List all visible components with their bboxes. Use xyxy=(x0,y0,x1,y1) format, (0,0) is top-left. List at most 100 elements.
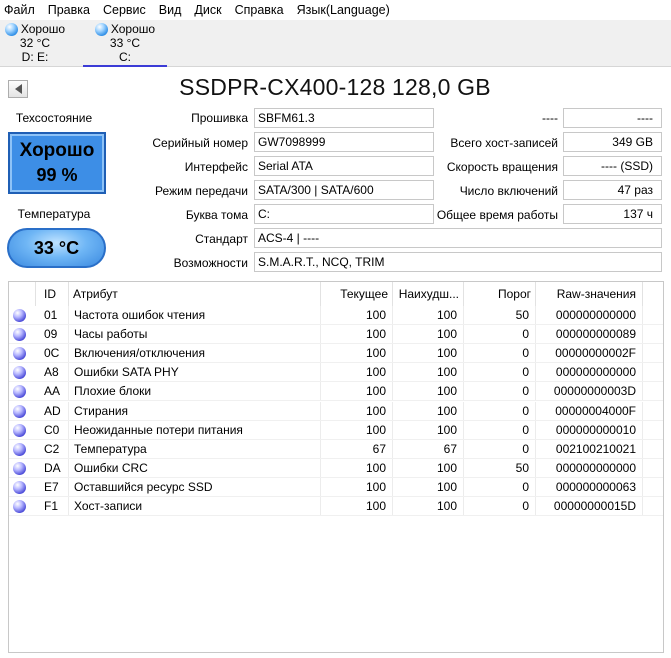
menu-service[interactable]: Сервис xyxy=(103,3,153,17)
status-ball-icon xyxy=(13,461,26,475)
disk-tab-2[interactable]: Хорошо 33 °C C: xyxy=(83,20,167,67)
menu-help[interactable]: Справка xyxy=(235,3,291,17)
menu-file[interactable]: Файл xyxy=(4,3,42,17)
column-id[interactable]: ID xyxy=(36,282,69,306)
disk-tab-letters: D: E: xyxy=(21,50,49,64)
table-row[interactable]: 09 Часы работы 100 100 0 000000000089 xyxy=(9,325,663,345)
attribute-name: Ошибки CRC xyxy=(69,458,321,478)
health-status-button[interactable]: Хорошо 99 % xyxy=(8,132,106,194)
status-ball-icon xyxy=(13,404,26,418)
worst-value: 100 xyxy=(393,401,464,421)
drive-letter-label: Буква тома xyxy=(185,208,248,222)
table-row[interactable]: 0C Включения/отключения 100 100 0 00000000002… xyxy=(9,344,663,364)
status-ball-icon xyxy=(4,22,18,36)
raw-value: 00000000002F xyxy=(536,344,643,364)
attribute-name: Включения/отключения xyxy=(69,344,321,364)
temperature-button[interactable]: 33 °C xyxy=(7,228,106,268)
attribute-id: E7 xyxy=(36,477,69,497)
attribute-id: AA xyxy=(36,382,69,402)
current-value: 100 xyxy=(321,497,393,516)
threshold-value: 0 xyxy=(464,401,536,421)
worst-value: 100 xyxy=(393,325,464,345)
disk-tab-status: Хорошо xyxy=(110,22,156,36)
threshold-value: 0 xyxy=(464,363,536,383)
table-row[interactable]: AD Стирания 100 100 0 00000004000F xyxy=(9,401,663,421)
status-ball-icon xyxy=(13,442,26,456)
column-worst[interactable]: Наихудш... xyxy=(393,282,464,306)
status-ball-icon xyxy=(94,22,108,36)
power-on-count-value: 47 раз xyxy=(563,180,662,200)
status-ball-icon xyxy=(13,309,26,322)
raw-value: 000000000000 xyxy=(536,363,643,383)
menu-bar: Файл Правка Сервис Вид Диск Справка Язык… xyxy=(0,0,671,20)
raw-value: 00000000003D xyxy=(536,382,643,402)
column-current[interactable]: Текущее xyxy=(321,282,393,306)
table-row[interactable]: C0 Неожиданные потери питания 100 100 0 00000… xyxy=(9,420,663,440)
raw-value: 000000000089 xyxy=(536,325,643,345)
worst-value: 100 xyxy=(393,458,464,478)
menu-disk[interactable]: Диск xyxy=(194,3,228,17)
raw-value: 00000004000F xyxy=(536,401,643,421)
interface-label: Интерфейс xyxy=(184,160,248,174)
menu-edit[interactable]: Правка xyxy=(48,3,97,17)
health-status-text: Хорошо xyxy=(19,140,95,161)
smart-table[interactable]: ID Атрибут Текущее Наихудш... Порог Raw-… xyxy=(8,281,664,653)
worst-value: 100 xyxy=(393,497,464,516)
table-row[interactable]: 01 Частота ошибок чтения 100 100 50 000000000… xyxy=(9,306,663,325)
table-row[interactable]: F1 Хост-записи 100 100 0 00000000015D xyxy=(9,497,663,516)
column-attribute[interactable]: Атрибут xyxy=(69,282,321,306)
menu-view[interactable]: Вид xyxy=(159,3,189,17)
current-value: 100 xyxy=(321,477,393,497)
drive-title: SSDPR-CX400-128 128,0 GB xyxy=(179,74,491,100)
threshold-value: 0 xyxy=(464,497,536,516)
worst-value: 100 xyxy=(393,420,464,440)
threshold-value: 50 xyxy=(464,306,536,325)
menu-language[interactable]: Язык(Language) xyxy=(297,3,397,17)
threshold-value: 50 xyxy=(464,458,536,478)
disk-tab-1[interactable]: Хорошо 32 °C D: E: xyxy=(0,20,70,67)
threshold-value: 0 xyxy=(464,439,536,459)
table-row[interactable]: C2 Температура 67 67 0 002100210021 xyxy=(9,439,663,459)
arrow-left-icon xyxy=(14,84,22,94)
status-ball-icon xyxy=(13,328,26,342)
attribute-id: C0 xyxy=(36,420,69,440)
power-on-count-label: Число включений xyxy=(459,184,558,198)
current-value: 100 xyxy=(321,382,393,402)
column-threshold[interactable]: Порог xyxy=(464,282,536,306)
attribute-name: Ошибки SATA PHY xyxy=(69,363,321,383)
current-value: 100 xyxy=(321,325,393,345)
worst-value: 100 xyxy=(393,344,464,364)
host-writes-value: 349 GB xyxy=(563,132,662,152)
serial-value: GW7098999 xyxy=(254,132,434,152)
raw-value: 000000000010 xyxy=(536,420,643,440)
table-row[interactable]: AA Плохие блоки 100 100 0 00000000003D xyxy=(9,382,663,402)
table-row[interactable]: E7 Оставшийся ресурс SSD 100 100 0 0000000000… xyxy=(9,477,663,497)
current-value: 100 xyxy=(321,401,393,421)
attribute-name: Стирания xyxy=(69,401,321,421)
column-status[interactable] xyxy=(9,282,36,306)
power-on-hours-value: 137 ч xyxy=(563,204,662,224)
table-row[interactable]: A8 Ошибки SATA PHY 100 100 0 000000000000 xyxy=(9,363,663,383)
raw-value: 000000000000 xyxy=(536,306,643,325)
threshold-value: 0 xyxy=(464,325,536,345)
features-value: S.M.A.R.T., NCQ, TRIM xyxy=(254,252,662,272)
worst-value: 100 xyxy=(393,306,464,325)
raw-value: 000000000000 xyxy=(536,458,643,478)
threshold-value: 0 xyxy=(464,420,536,440)
disk-tab-bar: Хорошо 32 °C D: E: Хорошо 33 °C C: xyxy=(0,20,671,67)
table-row[interactable]: DA Ошибки CRC 100 100 50 000000000000 xyxy=(9,458,663,478)
transfer-mode-value: SATA/300 | SATA/600 xyxy=(254,180,434,200)
host-writes-label: Всего хост-записей xyxy=(450,136,558,150)
threshold-value: 0 xyxy=(464,477,536,497)
attribute-name: Оставшийся ресурс SSD xyxy=(69,477,321,497)
attribute-id: DA xyxy=(36,458,69,478)
column-raw[interactable]: Raw-значения xyxy=(536,282,643,306)
disk-tab-status: Хорошо xyxy=(20,22,66,36)
standard-label: Стандарт xyxy=(195,232,248,246)
attribute-name: Неожиданные потери питания xyxy=(69,420,321,440)
attribute-id: C2 xyxy=(36,439,69,459)
previous-disk-button[interactable] xyxy=(8,80,28,98)
current-value: 100 xyxy=(321,458,393,478)
current-value: 100 xyxy=(321,363,393,383)
attribute-id: AD xyxy=(36,401,69,421)
